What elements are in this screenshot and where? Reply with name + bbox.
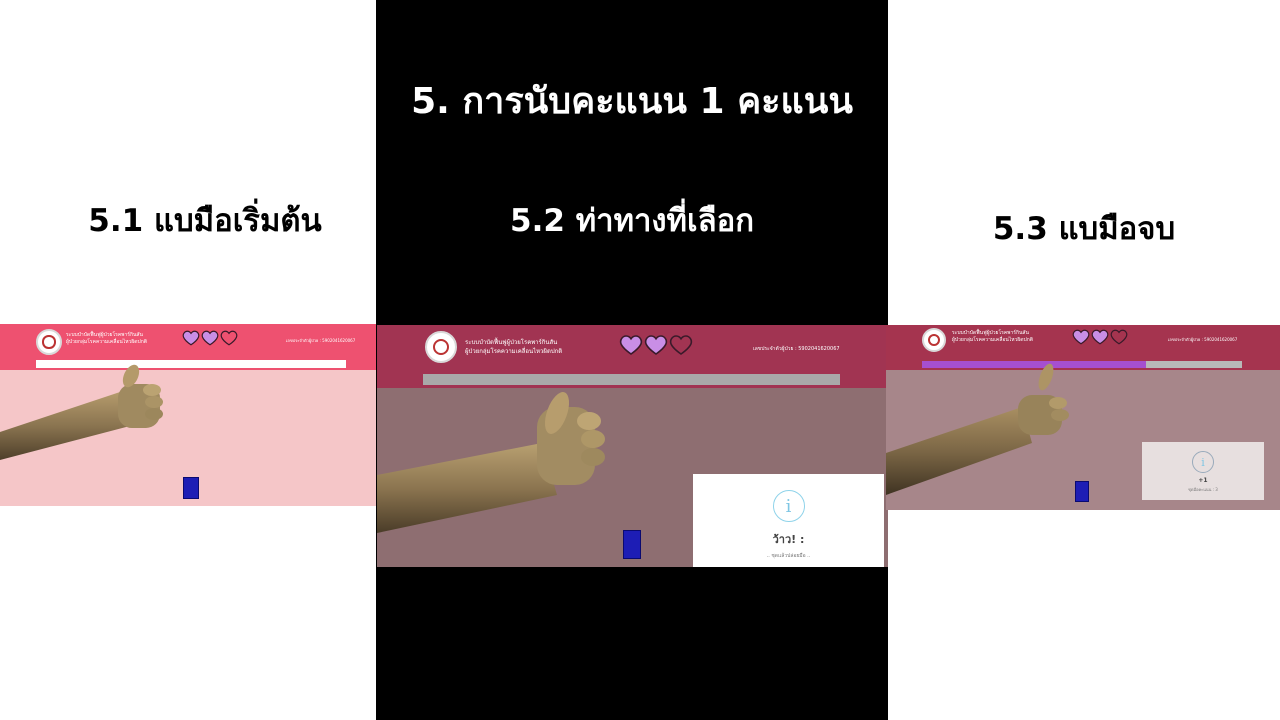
popup-title: +1	[1198, 477, 1208, 484]
target-block	[623, 530, 641, 559]
screenshot-end: ระบบบำบัดฟื้นฟูผู้ป่วยโรคพาร์กินสัน ผู้ป…	[886, 325, 1280, 510]
target-block	[1075, 481, 1089, 502]
popup-text: ชุดมือคะแนน : 3	[1188, 487, 1218, 492]
popup-text: .. ชุดแล้วปล่อยมือ ..	[766, 553, 811, 559]
slide-title: 5. การนับคะแนน 1 คะแนน	[411, 81, 853, 122]
target-block	[183, 477, 199, 499]
info-icon: i	[1192, 451, 1214, 473]
score-popup: i +1 ชุดมือคะแนน : 3	[1142, 442, 1264, 500]
screenshot-start: ระบบบำบัดฟื้นฟูผู้ป่วยโรคพาร์กินสัน ผู้ป…	[0, 324, 376, 506]
step-label-gesture: 5.2 ท่าทางที่เลือก	[510, 203, 754, 239]
step-label-start: 5.1 แบมือเริ่มต้น	[88, 203, 322, 239]
info-icon: i	[772, 490, 805, 522]
popup-title: ว้าว! :	[772, 533, 805, 546]
screenshot-gesture: ระบบบำบัดฟื้นฟูผู้ป่วยโรคพาร์กินสัน ผู้ป…	[377, 325, 888, 567]
feedback-popup: i ว้าว! : .. ชุดแล้วปล่อยมือ ..	[693, 474, 884, 567]
step-label-end: 5.3 แบมือจบ	[992, 211, 1176, 247]
